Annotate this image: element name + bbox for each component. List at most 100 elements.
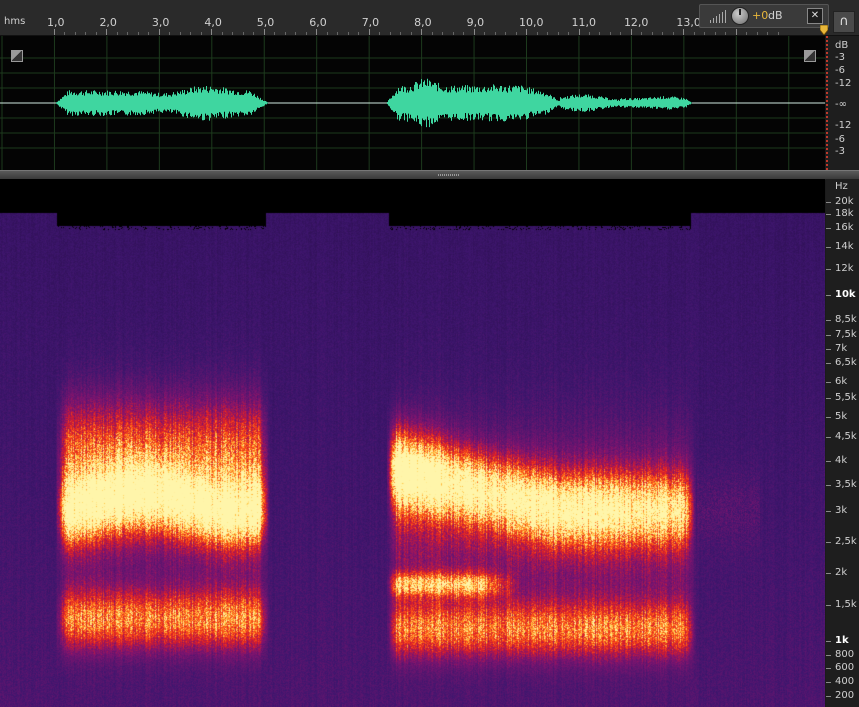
- ruler-minor-tick: [74, 32, 76, 35]
- ruler-tick: [578, 29, 580, 35]
- hz-label: 10k: [835, 289, 856, 300]
- ruler-tick: [158, 29, 160, 35]
- ruler-tick-label: 4,0: [204, 16, 222, 29]
- playhead-icon[interactable]: [820, 25, 828, 35]
- ruler-tick-label: 7,0: [361, 16, 380, 29]
- ruler-minor-tick: [127, 32, 129, 35]
- ruler-tick-label: 6,0: [309, 16, 327, 29]
- hz-tick: [826, 655, 831, 656]
- db-label: -3: [835, 52, 845, 63]
- ruler-tick-label: 8,0: [414, 16, 432, 29]
- hz-label: 20k: [835, 196, 854, 207]
- signal-bars-icon: [710, 10, 726, 23]
- hz-tick: [826, 202, 831, 203]
- ruler-tick: [106, 29, 108, 35]
- ruler-minor-tick: [547, 32, 549, 35]
- spectrogram-view[interactable]: [0, 179, 825, 707]
- hz-tick: [826, 668, 831, 669]
- hz-tick: [826, 437, 831, 438]
- hz-tick: [826, 511, 831, 512]
- ruler-tick-label: 1,0: [47, 16, 65, 29]
- hz-label: 400: [835, 676, 855, 687]
- db-label: -6: [835, 65, 845, 76]
- ruler-minor-tick: [389, 32, 391, 35]
- ruler-minor-tick: [190, 32, 192, 35]
- ruler-minor-tick: [274, 32, 276, 35]
- ruler-minor-tick: [410, 32, 412, 35]
- hz-tick: [826, 349, 831, 350]
- ruler-tick: [54, 29, 55, 35]
- hz-label: 7k: [835, 343, 848, 354]
- zoom-left-icon[interactable]: [11, 50, 23, 62]
- ruler-minor-tick: [494, 32, 496, 35]
- hz-label: 4,5k: [835, 431, 857, 442]
- db-label: -∞: [835, 99, 847, 110]
- waveform-panel[interactable]: [0, 36, 825, 170]
- db-label: dB: [835, 40, 849, 51]
- ruler-minor-tick: [116, 32, 118, 35]
- hz-label: 7,5k: [835, 329, 857, 340]
- hz-tick: [826, 398, 831, 399]
- ruler-minor-tick: [651, 32, 653, 35]
- splitter-grip-icon[interactable]: [438, 174, 460, 176]
- hz-label: 6,5k: [835, 357, 857, 368]
- ruler-minor-tick: [242, 32, 244, 35]
- hz-tick: [826, 363, 831, 364]
- hz-tick: [826, 605, 831, 606]
- ruler-minor-tick: [284, 32, 286, 35]
- hz-tick: [826, 542, 831, 543]
- db-scale: dB -3 -6 -12 -∞ -12 -6 -3: [826, 36, 859, 170]
- ruler-tick-label: 11,0: [571, 16, 597, 29]
- ruler-minor-tick: [326, 32, 328, 35]
- spectrogram-panel[interactable]: [0, 179, 825, 707]
- ruler-minor-tick: [662, 32, 664, 35]
- gain-value[interactable]: +0: [752, 9, 768, 22]
- hz-tick: [826, 641, 831, 642]
- hz-tick: [826, 485, 831, 486]
- hz-label: 5,5k: [835, 392, 857, 403]
- ruler-minor-tick: [148, 32, 150, 35]
- ruler-minor-tick: [295, 32, 297, 35]
- hz-label: 16k: [835, 222, 854, 233]
- ruler-minor-tick: [337, 32, 339, 35]
- hz-label: 6k: [835, 376, 848, 387]
- ruler-minor-tick: [232, 32, 234, 35]
- ruler-minor-tick: [777, 32, 779, 35]
- db-label: -12: [835, 78, 852, 89]
- ruler-minor-tick: [641, 32, 643, 35]
- ruler-tick-label: 13,0: [676, 16, 701, 29]
- hz-label: 3,5k: [835, 479, 857, 490]
- ruler-minor-tick: [599, 32, 601, 35]
- gain-unit: dB: [768, 9, 783, 22]
- volume-knob-icon[interactable]: [731, 7, 749, 25]
- ruler-tick: [368, 29, 370, 35]
- ruler-minor-tick: [746, 32, 748, 35]
- time-unit-label: hms: [4, 16, 26, 27]
- pin-icon[interactable]: ✕: [807, 8, 823, 24]
- hz-label: 2,5k: [835, 536, 857, 547]
- hz-tick: [826, 214, 831, 215]
- ruler-minor-tick: [442, 32, 444, 35]
- zoom-right-icon[interactable]: [804, 50, 816, 62]
- db-label: -12: [835, 120, 852, 131]
- ruler-tick: [263, 29, 265, 35]
- db-label: -6: [835, 134, 845, 145]
- magnet-icon[interactable]: ∩: [833, 11, 855, 33]
- level-indicator: [826, 36, 828, 170]
- hz-label: 3k: [835, 505, 848, 516]
- ruler-minor-tick: [609, 32, 611, 35]
- hz-tick: [826, 335, 831, 336]
- ruler-minor-tick: [704, 32, 706, 35]
- db-label: -3: [835, 146, 845, 157]
- hz-tick: [826, 417, 831, 418]
- ruler-minor-tick: [620, 32, 622, 35]
- ruler-minor-tick: [484, 32, 486, 35]
- hz-label: 14k: [835, 241, 854, 252]
- ruler-minor-tick: [347, 32, 349, 35]
- hz-tick: [826, 682, 831, 683]
- hz-tick: [826, 382, 831, 383]
- hz-tick: [826, 269, 831, 270]
- waveform-view[interactable]: [0, 36, 825, 170]
- volume-control[interactable]: +0 dB ✕: [699, 4, 829, 28]
- ruler-minor-tick: [515, 32, 517, 35]
